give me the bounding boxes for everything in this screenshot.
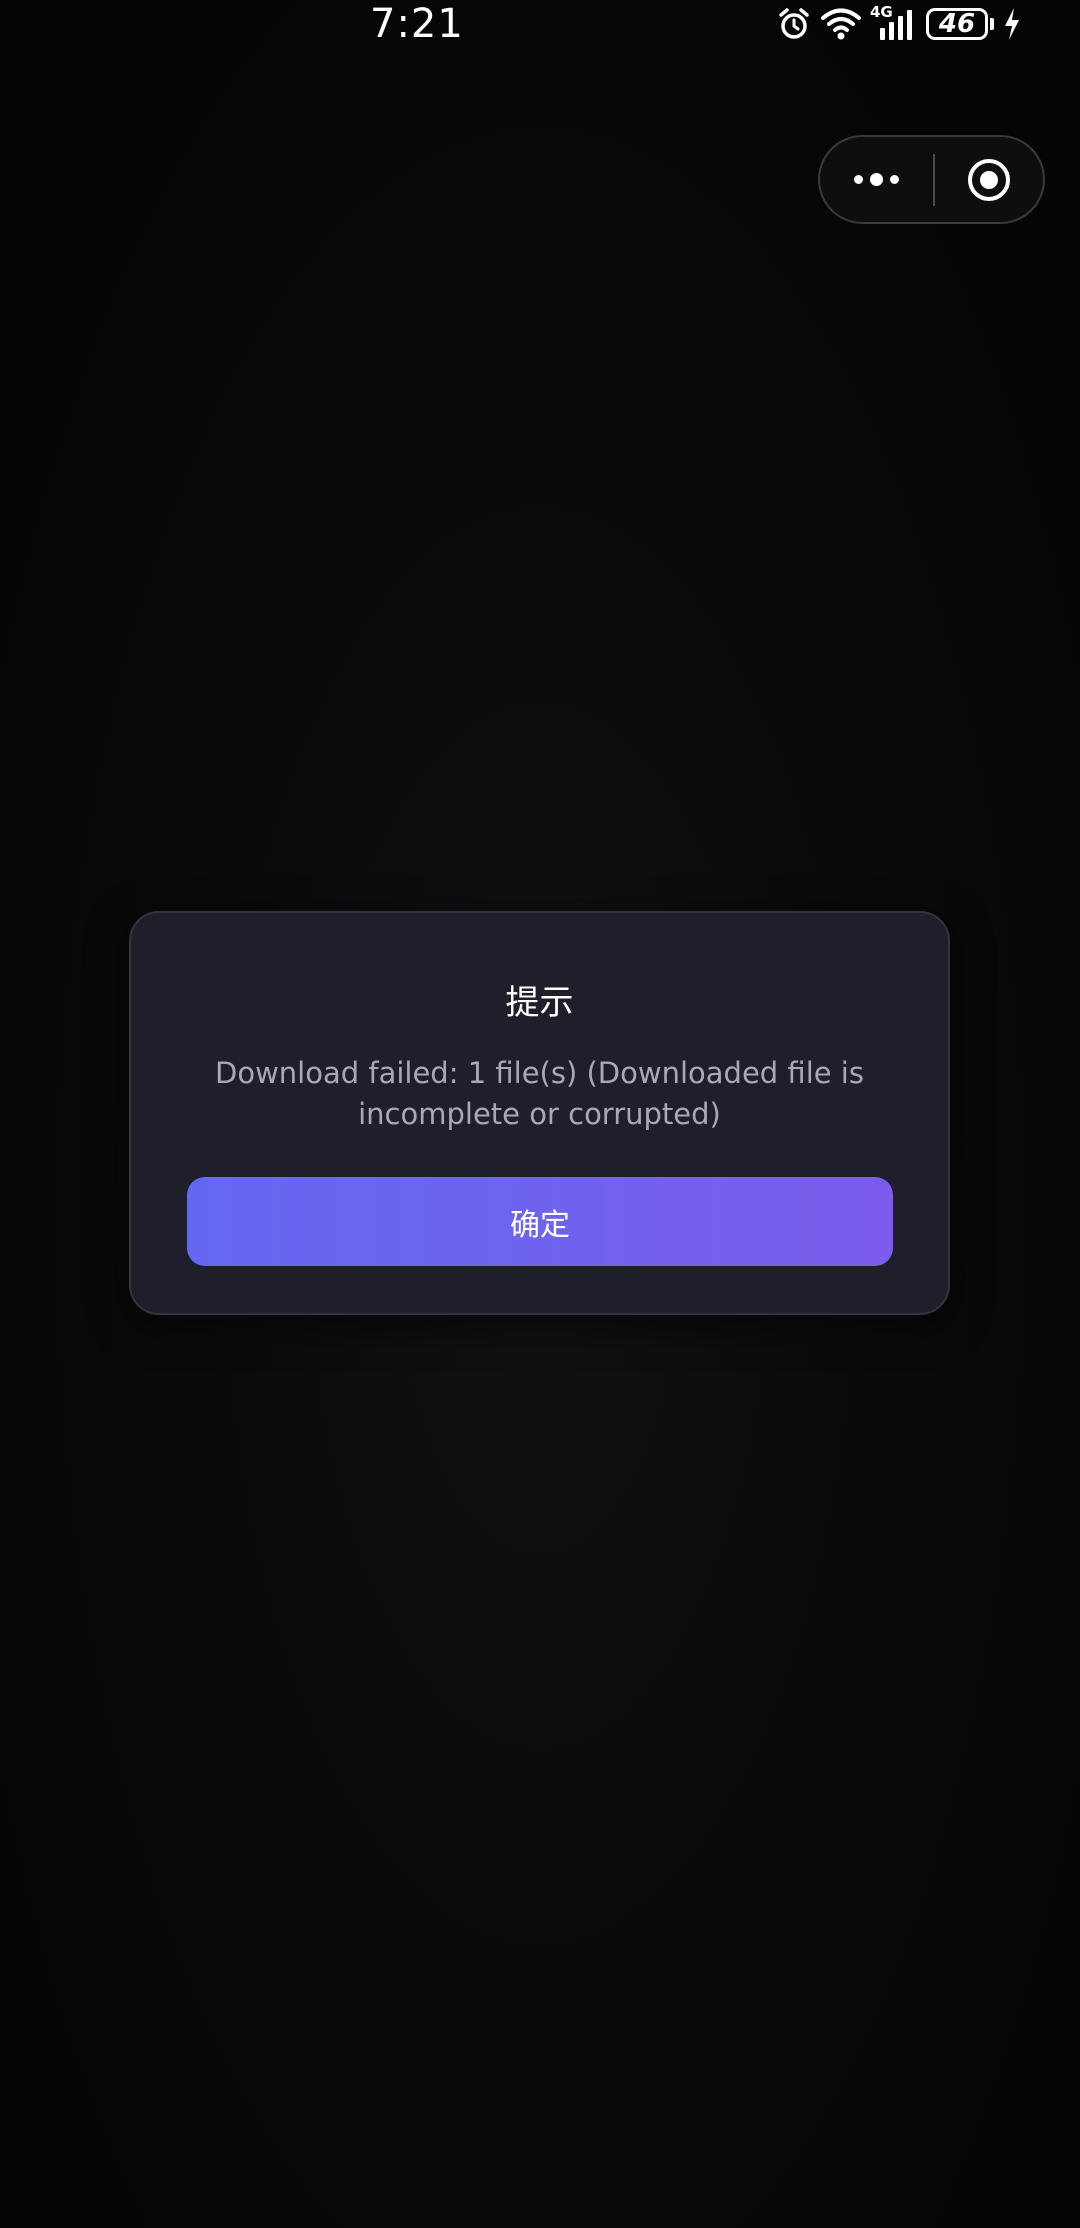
close-button[interactable]	[935, 137, 1043, 222]
status-time: 7:21	[370, 1, 464, 47]
confirm-button[interactable]: 确定	[187, 1177, 893, 1266]
status-bar: 7:21 4G 46	[0, 0, 1080, 48]
wifi-icon	[820, 6, 862, 42]
screen: 7:21 4G 46 提示 Download failed: 1 file(s)…	[0, 0, 1080, 2228]
capsule-menu	[818, 135, 1045, 224]
dialog-title: 提示	[505, 983, 574, 1023]
battery-level: 46	[926, 8, 988, 40]
alert-dialog: 提示 Download failed: 1 file(s) (Downloade…	[129, 911, 950, 1315]
dialog-message: Download failed: 1 file(s) (Downloaded f…	[215, 1056, 864, 1131]
more-dots-icon	[854, 175, 863, 184]
more-dots-icon-end	[890, 175, 899, 184]
more-button[interactable]	[820, 137, 933, 222]
charging-icon	[1002, 6, 1022, 42]
signal-icon: 4G	[870, 4, 918, 42]
status-icons: 4G 46	[776, 4, 1022, 44]
alarm-icon	[776, 6, 812, 42]
target-close-icon	[968, 158, 1010, 201]
battery-icon: 46	[926, 8, 994, 40]
battery-tip	[990, 18, 994, 30]
more-dots-icon-center	[870, 173, 883, 186]
